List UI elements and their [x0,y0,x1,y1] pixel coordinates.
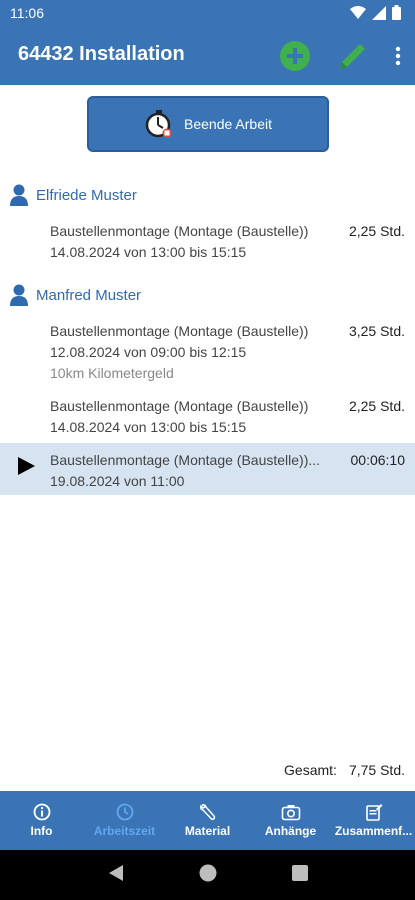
nav-info[interactable]: Info [0,791,83,850]
clock-icon [116,803,133,821]
nav-label: Material [184,824,231,838]
recents-icon [291,864,308,881]
person-icon [10,184,28,206]
app-actions [279,40,401,72]
stopwatch-icon [145,110,172,138]
recents-button[interactable] [291,864,308,886]
total-label: Gesamt: [284,762,337,778]
status-icons [350,5,401,20]
battery-icon [392,5,401,20]
person-header: Elfriede Muster [10,184,137,206]
more-vert-icon [395,46,401,66]
status-time: 11:06 [10,5,44,21]
home-icon [199,864,216,881]
time-entry[interactable]: Baustellenmontage (Montage (Baustelle)) … [0,221,415,265]
nav-label: Zusammenf... [334,824,413,838]
nav-label: Arbeitszeit [93,824,156,838]
entry-duration: 2,25 Std. [348,223,405,239]
edit-button[interactable] [337,40,369,72]
entry-date: 14.08.2024 von 13:00 bis 15:15 [50,244,247,260]
play-icon [18,457,35,475]
app-title: 64432 Installation [18,43,185,65]
total-row: Gesamt: 7,75 Std. [284,762,405,778]
nav-arbeitszeit[interactable]: Arbeitszeit [83,791,166,850]
status-bar: 11:06 [0,0,415,28]
entry-date: 12.08.2024 von 09:00 bis 12:15 [50,344,247,360]
person-header: Manfred Muster [10,284,141,306]
pencil-icon [340,44,365,69]
person-name: Manfred Muster [36,286,142,304]
bottom-nav: Info Arbeitszeit Material Anhänge Zusamm… [0,791,415,850]
home-button[interactable] [199,864,217,887]
entry-title: Baustellenmontage (Montage (Baustelle)) [50,398,309,414]
plus-circle-icon [280,41,310,71]
signal-icon [372,5,386,20]
person-name: Elfriede Muster [36,186,137,204]
wrench-icon [199,804,215,821]
camera-icon [281,805,300,821]
system-nav-bar [0,850,415,900]
entry-date: 19.08.2024 von 11:00 [50,473,185,489]
total-value: 7,75 Std. [348,762,405,778]
running-time-entry[interactable]: Baustellenmontage (Montage (Baustelle)).… [0,443,415,495]
entry-title: Baustellenmontage (Montage (Baustelle)) [50,323,309,339]
stop-work-button[interactable]: Beende Arbeit [87,96,329,152]
summary-icon [365,804,382,821]
time-entry[interactable]: Baustellenmontage (Montage (Baustelle)) … [0,396,415,440]
nav-label: Info [30,824,53,838]
nav-zusammenfassung[interactable]: Zusammenf... [332,791,415,850]
app-bar: 64432 Installation [0,28,415,85]
stop-work-label: Beende Arbeit [184,116,272,132]
entry-date: 14.08.2024 von 13:00 bis 15:15 [50,419,247,435]
back-button[interactable] [108,864,124,887]
entry-note: 10km Kilometergeld [50,365,174,381]
info-icon [33,803,50,821]
back-icon [108,864,123,881]
entry-title: Baustellenmontage (Montage (Baustelle)) [50,223,309,239]
entry-duration: 3,25 Std. [348,323,405,339]
entry-duration: 2,25 Std. [348,398,405,414]
person-icon [10,284,28,306]
wifi-icon [350,5,366,19]
more-button[interactable] [395,46,401,66]
nav-label: Anhänge [264,824,317,838]
nav-material[interactable]: Material [166,791,249,850]
add-button[interactable] [279,40,311,72]
entry-timer: 00:06:10 [350,452,406,468]
nav-anhaenge[interactable]: Anhänge [249,791,332,850]
time-entry[interactable]: Baustellenmontage (Montage (Baustelle)) … [0,321,415,385]
entry-title: Baustellenmontage (Montage (Baustelle)).… [50,452,321,468]
